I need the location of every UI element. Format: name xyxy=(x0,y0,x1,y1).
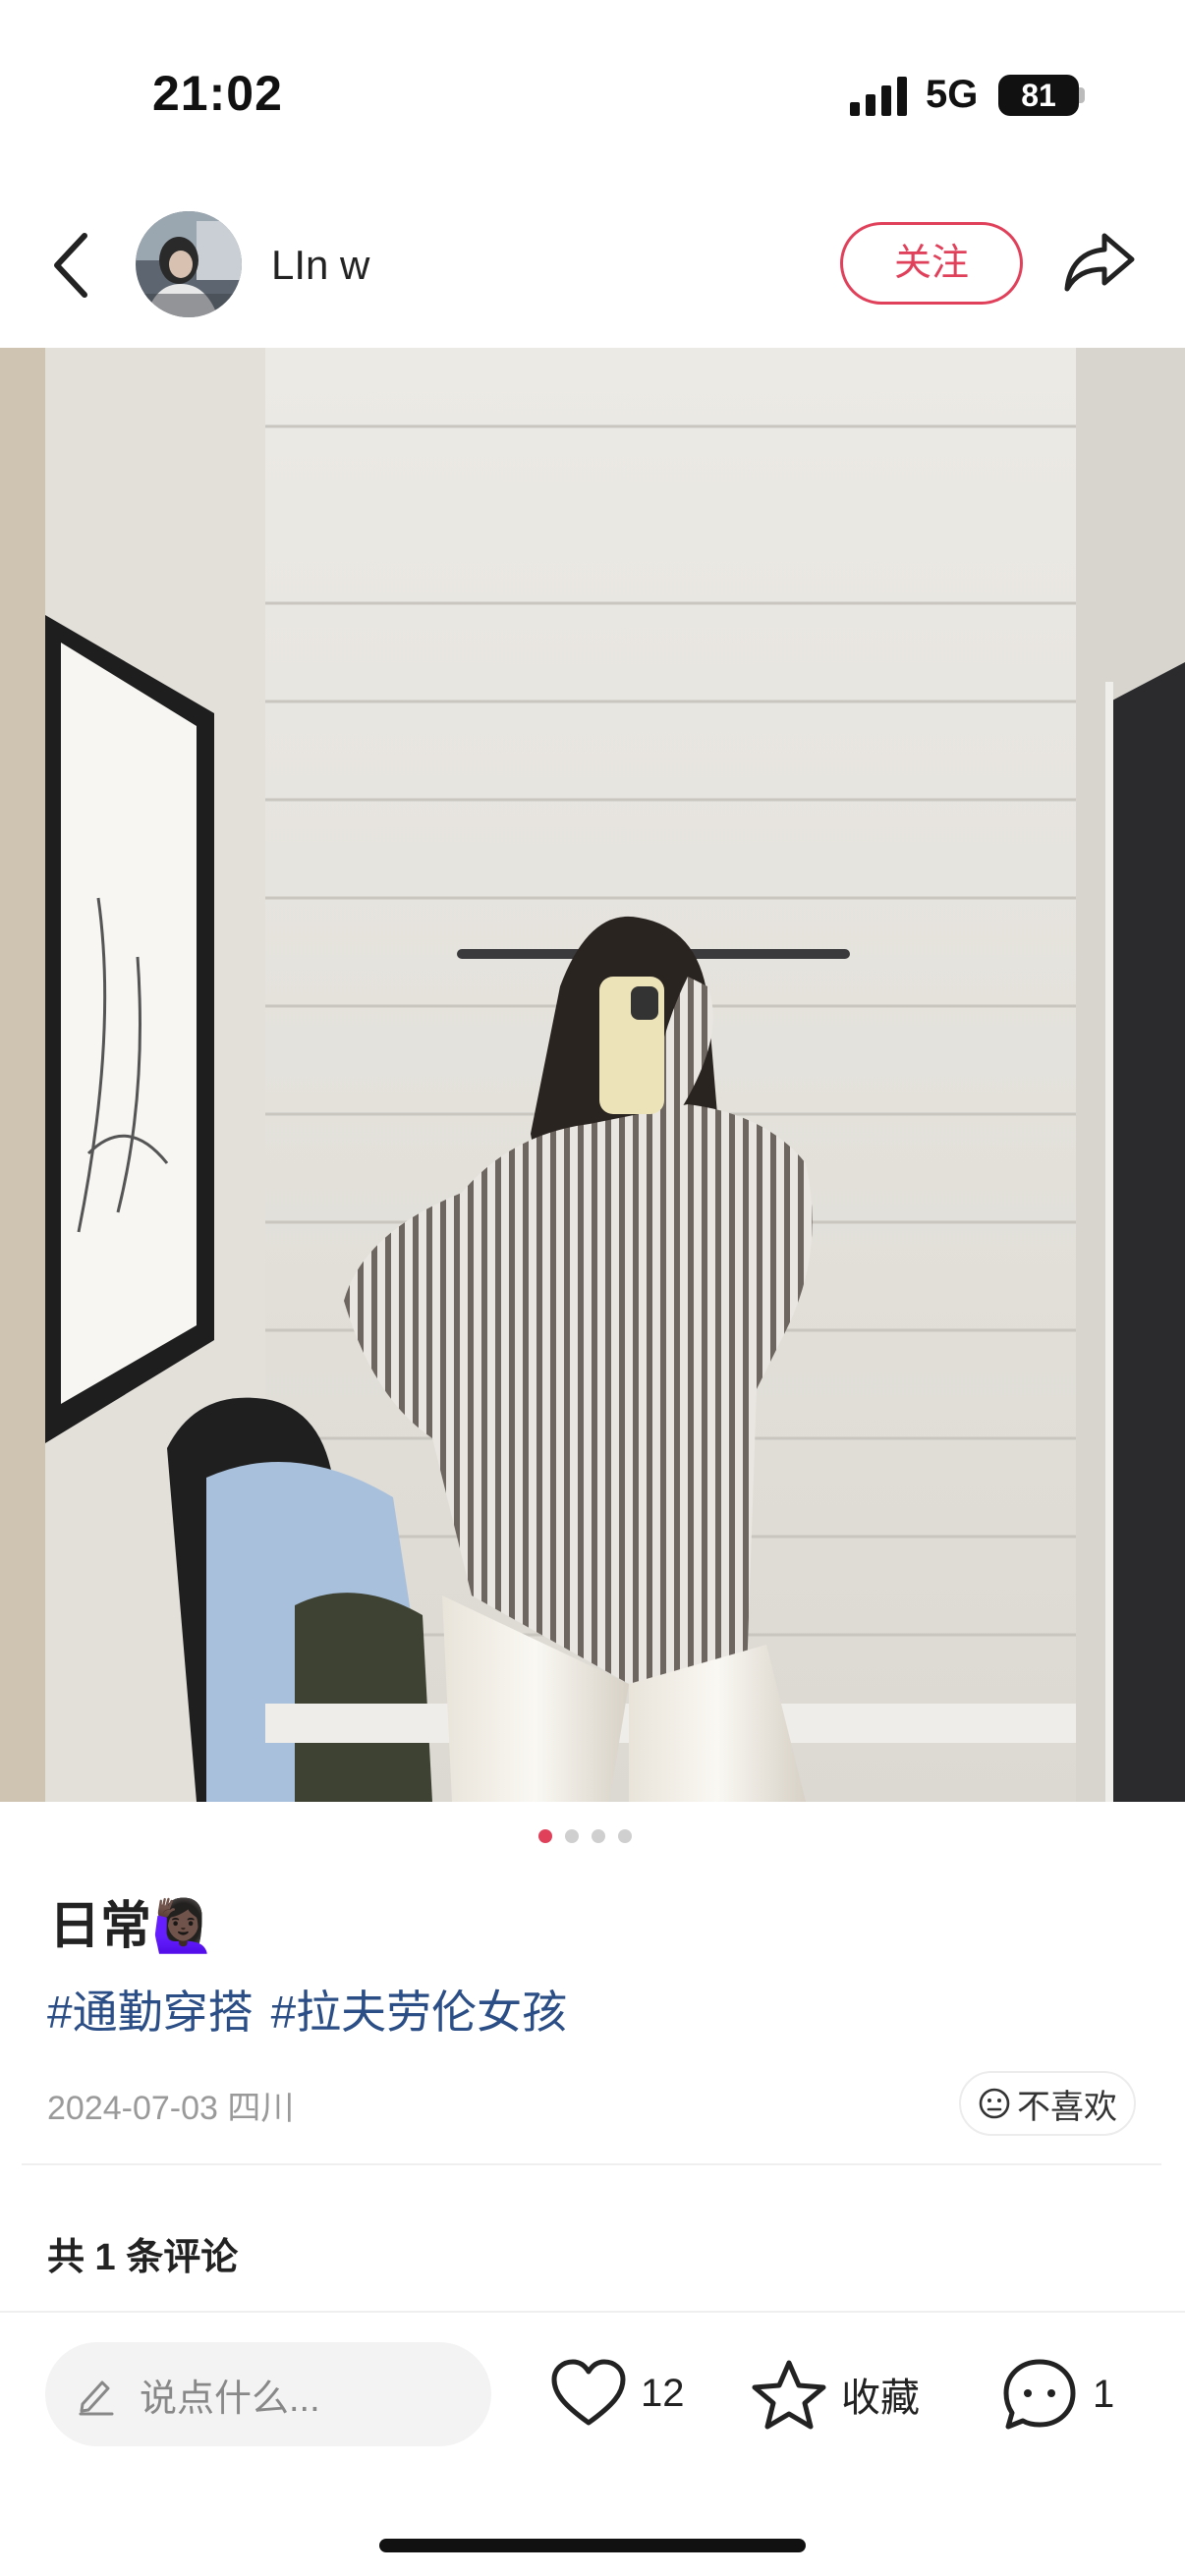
status-time: 21:02 xyxy=(152,66,283,121)
comment-button-count: 1 xyxy=(1093,2372,1115,2416)
avatar-image xyxy=(136,211,242,317)
meh-face-icon xyxy=(979,2088,1010,2119)
comment-input-placeholder: 说点什么... xyxy=(140,2378,320,2420)
cellular-signal-icon xyxy=(850,77,907,116)
share-icon xyxy=(1064,233,1135,292)
back-button[interactable] xyxy=(47,226,96,305)
avatar[interactable] xyxy=(136,211,242,317)
carousel-dot xyxy=(565,1829,579,1843)
home-indicator xyxy=(379,2539,806,2552)
carousel-dot xyxy=(618,1829,632,1843)
collect-label: 收藏 xyxy=(841,2377,920,2420)
fitting-room-selfie-image xyxy=(0,348,1185,1802)
follow-button[interactable]: 关注 xyxy=(840,222,1023,305)
carousel-indicator xyxy=(538,1829,632,1843)
dislike-button[interactable]: 不喜欢 xyxy=(959,2071,1136,2136)
divider xyxy=(0,2311,1185,2313)
like-count: 12 xyxy=(641,2371,685,2415)
post-tags: #通勤穿搭 #拉夫劳伦女孩 xyxy=(47,1977,567,2042)
comment-button[interactable]: 1 xyxy=(1000,2356,1114,2433)
tag-link[interactable]: #通勤穿搭 xyxy=(47,1977,254,2042)
share-button[interactable] xyxy=(1063,228,1136,297)
post-title: 日常🙋🏿‍♀️ xyxy=(49,1898,215,1955)
heart-icon xyxy=(551,2359,626,2426)
comment-input[interactable]: 说点什么... xyxy=(45,2342,491,2446)
network-type: 5G xyxy=(926,73,979,116)
collect-button[interactable]: 收藏 xyxy=(751,2358,920,2431)
carousel-dot xyxy=(592,1829,605,1843)
carousel-dot-active xyxy=(538,1829,552,1843)
like-button[interactable]: 12 xyxy=(550,2358,685,2429)
comment-count: 共 1 条评论 xyxy=(47,2237,239,2278)
dislike-label: 不喜欢 xyxy=(1017,2088,1117,2126)
author-name[interactable]: LIn w xyxy=(271,242,369,289)
battery-cap xyxy=(1079,87,1085,103)
battery-indicator: 81 xyxy=(998,75,1079,116)
post-date-location: 2024-07-03 四川 xyxy=(47,2090,295,2127)
post-photo[interactable] xyxy=(0,348,1185,1802)
tag-link[interactable]: #拉夫劳伦女孩 xyxy=(271,1977,568,2042)
comment-bubble-icon xyxy=(1003,2359,1076,2430)
pencil-icon xyxy=(79,2380,114,2416)
star-icon xyxy=(752,2360,826,2430)
chevron-left-icon xyxy=(54,233,87,298)
divider xyxy=(22,2163,1161,2165)
